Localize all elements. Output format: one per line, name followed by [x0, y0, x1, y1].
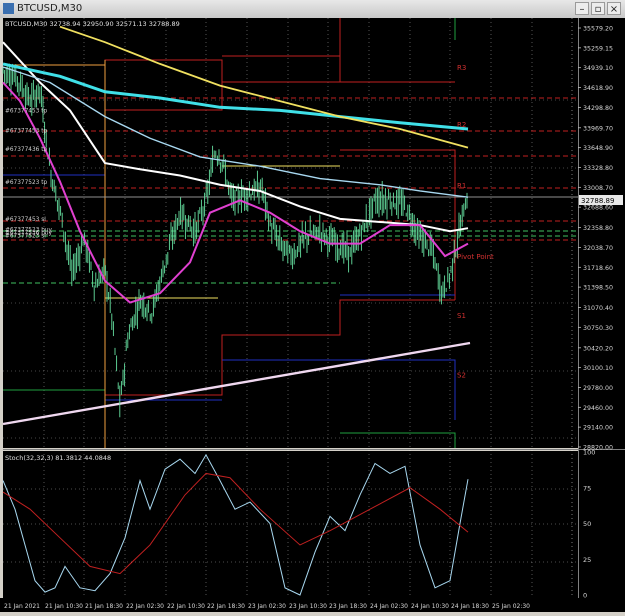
time-tick-label: 24 Jan 02:30 [370, 603, 408, 610]
stochastic-panel[interactable] [3, 451, 578, 599]
order-label: #67377523 sl [5, 234, 46, 240]
price-tick-label: 33969.70 [583, 125, 613, 132]
stoch-level-label: 25 [583, 556, 591, 564]
price-tick-label: 32358.80 [583, 225, 613, 232]
price-tick-label: 30750.30 [583, 325, 613, 332]
price-tick-label: 29460.00 [583, 405, 613, 412]
order-label: #67377453 tp [5, 108, 47, 114]
price-tick-label: 35579.20 [583, 26, 613, 33]
window-title: BTCUSD,M30 [17, 3, 83, 14]
price-tick-label: 31718.60 [583, 265, 613, 272]
price-tick-label: 35259.15 [583, 45, 613, 52]
order-label: #67377436 tp [5, 147, 47, 153]
time-tick-label: 21 Jan 2021 [4, 603, 40, 610]
price-tick-label: 33328.80 [583, 165, 613, 172]
pivot-label: S1 [457, 312, 466, 320]
pivot-label: R2 [457, 121, 466, 129]
main-panel-info: BTCUSD,M30 32738.94 32950.90 32571.13 32… [5, 20, 180, 28]
time-tick-label: 22 Jan 10:30 [167, 603, 205, 610]
time-tick-label: 24 Jan 18:30 [451, 603, 489, 610]
pivot-label: R1 [457, 182, 466, 190]
price-tick-label: 34298.80 [583, 105, 613, 112]
stoch-level-label: 0 [583, 592, 587, 600]
close-button[interactable]: × [607, 2, 621, 15]
chart-title-bar[interactable]: BTCUSD,M30 – ▫ × [0, 0, 625, 19]
minimize-button[interactable]: – [575, 2, 589, 15]
price-tick-label: 34618.90 [583, 85, 613, 92]
time-tick-label: 23 Jan 02:30 [248, 603, 286, 610]
order-label: #67377453 sl [5, 217, 46, 223]
price-tick-label: 32688.60 [583, 205, 613, 212]
price-tick-label: 30420.20 [583, 345, 613, 352]
order-label: #67377523 tp [5, 180, 47, 186]
time-tick-label: 24 Jan 10:30 [411, 603, 449, 610]
chart-area[interactable]: BTCUSD,M30 32738.94 32950.90 32571.13 32… [0, 18, 625, 612]
stoch-level-label: 100 [583, 449, 595, 457]
order-label: #67377453 tp [5, 128, 47, 134]
stoch-level-label: 50 [583, 520, 591, 528]
time-tick-label: 21 Jan 10:30 [45, 603, 83, 610]
time-tick-label: 21 Jan 18:30 [85, 603, 123, 610]
chart-window-icon [3, 3, 14, 14]
price-tick-label: 32038.70 [583, 245, 613, 252]
price-tick-label: 29780.00 [583, 385, 613, 392]
price-tick-label: 34939.10 [583, 65, 613, 72]
time-tick-label: 25 Jan 02:30 [492, 603, 530, 610]
price-tick-label: 31070.40 [583, 305, 613, 312]
terminal-window: BTCUSD,M30 – ▫ × BTCUSD,M30 32738.94 329… [0, 0, 625, 612]
pivot-label: Pivot Point [457, 253, 494, 261]
time-tick-label: 22 Jan 18:30 [207, 603, 245, 610]
price-tick-label: 29140.00 [583, 425, 613, 432]
stoch-level-label: 75 [583, 484, 591, 492]
time-axis: 21 Jan 2021 21 Jan 10:30 21 Jan 18:30 22 Ja… [4, 603, 530, 610]
pivot-label: S2 [457, 371, 466, 379]
time-tick-label: 23 Jan 18:30 [329, 603, 367, 610]
restore-button[interactable]: ▫ [591, 2, 605, 15]
time-tick-label: 22 Jan 02:30 [126, 603, 164, 610]
time-tick-label: 23 Jan 10:30 [289, 603, 327, 610]
price-tick-label: 33648.90 [583, 145, 613, 152]
current-price-label: 32788.89 [581, 197, 614, 205]
price-tick-label: 33008.70 [583, 185, 613, 192]
price-tick-label: 31398.50 [583, 285, 613, 292]
pivot-label: R3 [457, 64, 466, 72]
price-tick-label: 30100.10 [583, 365, 613, 372]
stoch-panel-label: Stoch(32,32,3) 81.3812 44.0848 [5, 454, 111, 462]
